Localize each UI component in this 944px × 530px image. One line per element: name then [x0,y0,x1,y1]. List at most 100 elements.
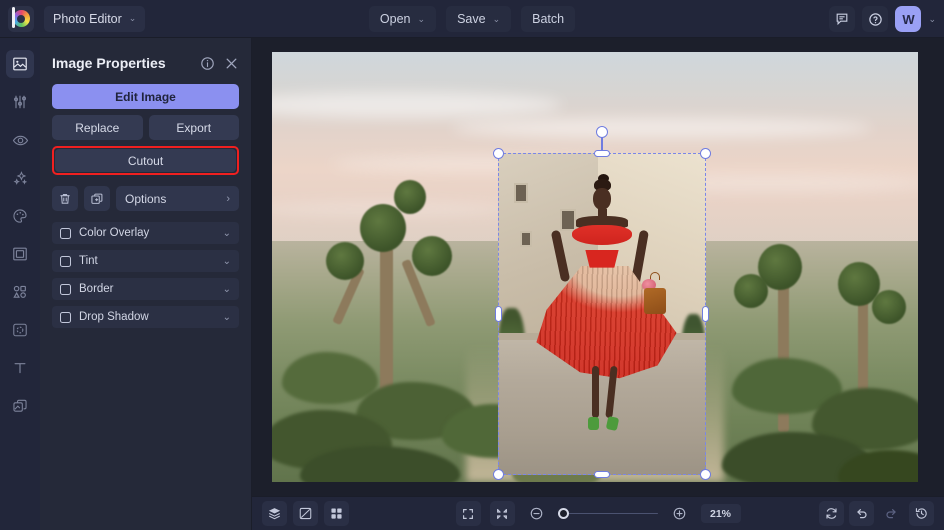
photo-editor-app: Photo Editor ⌄ Open ⌄ Save ⌄ Batch [0,0,944,530]
undo-icon[interactable] [849,501,874,526]
window [520,231,532,247]
effects-list: Color Overlay ⌄ Tint ⌄ Border ⌄ Drop Sha… [52,222,239,328]
avatar[interactable]: W [895,6,921,32]
trash-delete-icon[interactable] [52,186,78,211]
page-title: Image Properties [52,55,191,71]
selected-image-object[interactable] [498,153,706,475]
zoom-slider-track [558,513,658,515]
bottom-toolbar: 21% [252,496,944,530]
effect-label: Border [79,283,223,295]
open-button-label: Open [380,12,411,26]
chevron-down-icon: ⌄ [129,13,137,24]
chevron-down-icon[interactable]: ⌄ [928,14,936,25]
shrink-to-fit-icon[interactable] [490,501,515,526]
chevron-down-icon: ⌄ [493,14,501,25]
duplicate-copy-icon[interactable] [84,186,110,211]
zoom-slider-knob[interactable] [558,508,569,519]
rail-item-image-tool[interactable] [6,50,34,78]
effect-label: Drop Shadow [79,311,223,323]
background-photo[interactable] [272,52,918,482]
bottom-left-tools [262,501,349,526]
tint-checkbox[interactable] [60,256,71,267]
app-switcher[interactable]: Photo Editor ⌄ [44,6,145,32]
zoom-out-minus-icon[interactable] [524,501,549,526]
help-question-icon[interactable] [862,6,888,32]
rail-item-layers-tool[interactable] [6,392,34,420]
options-label: Options [125,192,166,206]
chevron-down-icon[interactable]: ⌄ [223,312,231,323]
app-name-label: Photo Editor [53,12,122,26]
joshua-tree-tuft [394,180,426,214]
panel-header: Image Properties [52,46,239,80]
cutout-highlight-box: Cutout [52,146,239,175]
chevron-right-icon: › [226,193,230,205]
joshua-tree-tuft [734,274,768,308]
rail-item-shapes-tool[interactable] [6,278,34,306]
rail-item-adjust-tool[interactable] [6,88,34,116]
rail-item-retouch-tool[interactable] [6,126,34,154]
model-leg-left [592,366,599,418]
window [514,183,528,203]
rail-item-effects-tool[interactable] [6,164,34,192]
color-overlay-checkbox[interactable] [60,228,71,239]
history-icon[interactable] [909,501,934,526]
object-tools-row: Options › [52,186,239,211]
close-x-icon[interactable] [224,56,239,71]
model-shoe-left [588,417,599,430]
chevron-down-icon: ⌄ [418,14,426,25]
redo-icon[interactable] [879,501,904,526]
rail-item-text-tool[interactable] [6,354,34,382]
effect-row-tint[interactable]: Tint ⌄ [52,250,239,272]
export-button[interactable]: Export [149,115,240,140]
zoom-slider[interactable] [558,507,658,521]
cutout-button[interactable]: Cutout [55,149,236,172]
effect-row-color-overlay[interactable]: Color Overlay ⌄ [52,222,239,244]
replace-button[interactable]: Replace [52,115,143,140]
options-button[interactable]: Options › [116,186,239,211]
chat-feedback-icon[interactable] [829,6,855,32]
bee-logo-icon[interactable] [8,6,34,32]
compare-split-icon[interactable] [293,501,318,526]
canvas-area[interactable] [252,38,944,496]
info-circle-icon[interactable] [200,56,215,71]
avatar-letter: W [902,12,914,27]
layers-stack-icon[interactable] [262,501,287,526]
reset-refresh-icon[interactable] [819,501,844,526]
cloud [452,118,872,138]
rail-item-overlay-tool[interactable] [6,316,34,344]
edit-image-button[interactable]: Edit Image [52,84,239,109]
effect-row-border[interactable]: Border ⌄ [52,278,239,300]
rail-item-frame-tool[interactable] [6,240,34,268]
joshua-tree-tuft [326,242,364,280]
drop-shadow-checkbox[interactable] [60,312,71,323]
tool-rail [0,38,40,530]
top-toolbar: Photo Editor ⌄ Open ⌄ Save ⌄ Batch [0,0,944,38]
chevron-down-icon[interactable]: ⌄ [223,228,231,239]
effect-label: Color Overlay [79,227,223,239]
handbag [644,288,666,314]
zoom-level-value[interactable]: 21% [701,504,741,523]
window [560,209,576,231]
border-checkbox[interactable] [60,284,71,295]
save-button-label: Save [457,12,486,26]
joshua-tree-tuft [360,204,406,252]
model-head [593,188,611,210]
bottom-right-tools [819,501,934,526]
replace-export-row: Replace Export [52,115,239,140]
batch-button[interactable]: Batch [521,6,575,32]
joshua-tree-tuft [872,290,906,324]
zoom-in-plus-icon[interactable] [667,501,692,526]
image-properties-panel: Image Properties Edit Image Replace Expo… [40,38,252,530]
top-right-actions: W ⌄ [829,0,936,38]
open-button[interactable]: Open ⌄ [369,6,436,32]
joshua-tree-tuft [412,236,452,276]
effect-label: Tint [79,255,223,267]
batch-button-label: Batch [532,12,564,26]
chevron-down-icon[interactable]: ⌄ [223,256,231,267]
chevron-down-icon[interactable]: ⌄ [223,284,231,295]
save-button[interactable]: Save ⌄ [446,6,511,32]
grid-view-icon[interactable] [324,501,349,526]
rail-item-color-tool[interactable] [6,202,34,230]
fit-screen-icon[interactable] [456,501,481,526]
effect-row-drop-shadow[interactable]: Drop Shadow ⌄ [52,306,239,328]
